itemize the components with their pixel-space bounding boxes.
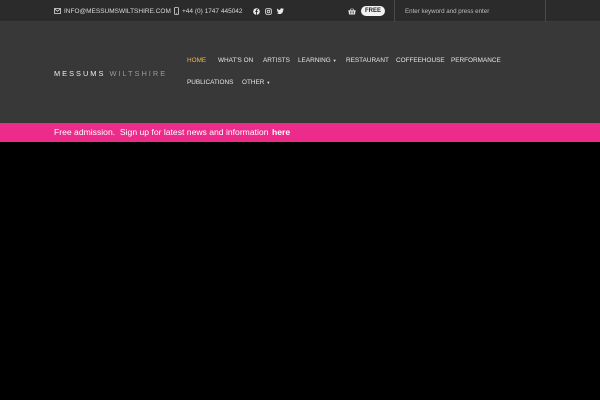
logo-part2: WILTSHIRE xyxy=(109,69,168,78)
site-header: MESSUMS WILTSHIRE HOME WHAT'S ON ARTISTS… xyxy=(0,22,600,123)
nav-item-performance[interactable]: PERFORMANCE xyxy=(451,57,501,64)
caret-down-icon: ▼ xyxy=(332,57,337,63)
search-input[interactable] xyxy=(395,0,545,22)
facebook-icon[interactable] xyxy=(253,7,260,15)
phone-contact[interactable]: +44 (0) 1747 445042 xyxy=(174,0,243,22)
banner-signup-link[interactable]: here xyxy=(272,124,290,140)
logo-part1: MESSUMS xyxy=(54,69,106,78)
basket-icon xyxy=(348,7,356,15)
cart-badge: FREE xyxy=(361,6,386,16)
nav-item-learning[interactable]: LEARNING ▼ xyxy=(298,57,337,64)
nav-item-home[interactable]: HOME xyxy=(187,57,206,64)
envelope-icon xyxy=(54,8,61,14)
nav-item-coffeehouse[interactable]: COFFEEHOUSE xyxy=(396,57,445,64)
cart[interactable]: FREE xyxy=(348,0,386,22)
nav-item-other-label: OTHER xyxy=(242,79,265,86)
nav-item-other[interactable]: OTHER ▼ xyxy=(242,79,270,86)
email-text[interactable]: INFO@MESSUMSWILTSHIRE.COM xyxy=(64,8,171,15)
site-logo[interactable]: MESSUMS WILTSHIRE xyxy=(54,69,167,78)
nav-item-whats-on[interactable]: WHAT'S ON xyxy=(218,57,253,64)
top-bar: INFO@MESSUMSWILTSHIRE.COM +44 (0) 1747 4… xyxy=(0,0,600,22)
mobile-phone-icon xyxy=(174,7,179,15)
phone-text[interactable]: +44 (0) 1747 445042 xyxy=(182,8,243,15)
instagram-icon[interactable] xyxy=(265,7,272,15)
nav-item-learning-label: LEARNING xyxy=(298,57,331,64)
social-links xyxy=(253,0,284,22)
nav-item-publications[interactable]: PUBLICATIONS xyxy=(187,79,233,86)
banner-message: Free admission. Sign up for latest news … xyxy=(54,127,269,137)
email-contact[interactable]: INFO@MESSUMSWILTSHIRE.COM xyxy=(54,0,171,22)
announcement-banner: Free admission. Sign up for latest news … xyxy=(0,123,600,142)
search-box xyxy=(394,0,546,22)
twitter-icon[interactable] xyxy=(277,8,284,14)
nav-item-artists[interactable]: ARTISTS xyxy=(263,57,290,64)
caret-down-icon: ▼ xyxy=(266,79,271,85)
nav-item-restaurant[interactable]: RESTAURANT xyxy=(346,57,389,64)
hero-area xyxy=(0,142,600,400)
